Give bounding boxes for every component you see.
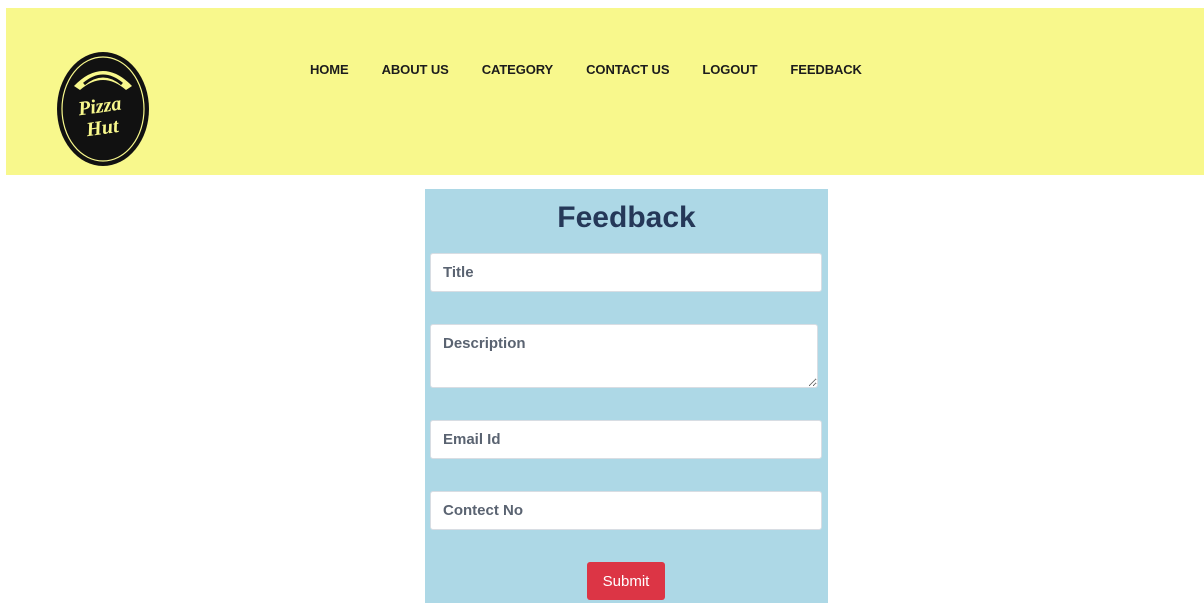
nav-contact-us[interactable]: CONTACT US xyxy=(586,62,669,77)
title-input[interactable] xyxy=(430,253,822,292)
main-nav: HOME ABOUT US CATEGORY CONTACT US LOGOUT… xyxy=(310,62,895,77)
site-header: Pizza Hut HOME ABOUT US CATEGORY CONTACT… xyxy=(6,8,1204,175)
nav-about-us[interactable]: ABOUT US xyxy=(382,62,449,77)
nav-category[interactable]: CATEGORY xyxy=(482,62,554,77)
feedback-form-panel: Feedback Submit xyxy=(425,189,828,603)
contact-number-input[interactable] xyxy=(430,491,822,530)
form-title: Feedback xyxy=(557,201,696,234)
email-input[interactable] xyxy=(430,420,822,459)
submit-button[interactable]: Submit xyxy=(587,562,665,600)
nav-logout[interactable]: LOGOUT xyxy=(702,62,757,77)
nav-feedback[interactable]: FEEDBACK xyxy=(790,62,862,77)
pizza-hut-logo[interactable]: Pizza Hut xyxy=(54,46,152,168)
description-textarea[interactable] xyxy=(430,324,818,388)
nav-home[interactable]: HOME xyxy=(310,62,349,77)
